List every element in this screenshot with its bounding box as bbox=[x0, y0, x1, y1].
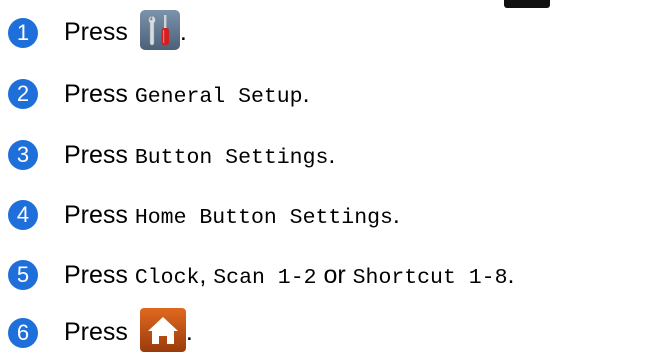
step-number-badge: 6 bbox=[8, 318, 38, 348]
step-number-badge: 4 bbox=[8, 200, 38, 230]
step-number-badge: 1 bbox=[8, 18, 38, 48]
step-5: 5 Press Clock, Scan 1-2 or Shortcut 1-8. bbox=[0, 258, 514, 292]
step-1: 1 Press . bbox=[0, 9, 187, 50]
step-text: Press . bbox=[64, 9, 187, 57]
step-6: 6 Press . bbox=[0, 307, 193, 352]
home-icon bbox=[139, 307, 186, 352]
top-cropped-button-edge bbox=[504, 0, 550, 8]
step-suffix: . bbox=[392, 200, 400, 229]
step-suffix: . bbox=[179, 17, 187, 46]
step-suffix: . bbox=[507, 260, 515, 289]
home-button[interactable] bbox=[139, 307, 186, 359]
press-label: Press bbox=[64, 200, 128, 229]
tools-icon bbox=[139, 9, 180, 50]
press-label: Press bbox=[64, 260, 128, 289]
menu-item-general-setup[interactable]: General Setup bbox=[135, 85, 303, 109]
step-number-badge: 5 bbox=[8, 260, 38, 290]
step-number-badge: 3 bbox=[8, 140, 38, 170]
press-label: Press bbox=[64, 317, 128, 346]
step-text: Press Home Button Settings. bbox=[64, 201, 400, 230]
menu-item-home-button-settings[interactable]: Home Button Settings bbox=[135, 206, 393, 230]
step-text: Press Button Settings. bbox=[64, 141, 335, 170]
step-text: Press General Setup. bbox=[64, 80, 310, 109]
step-2: 2 Press General Setup. bbox=[0, 77, 310, 111]
press-label: Press bbox=[64, 17, 128, 46]
step-suffix: . bbox=[185, 317, 193, 346]
step-suffix: . bbox=[302, 79, 310, 108]
step-suffix: . bbox=[328, 140, 336, 169]
press-label: Press bbox=[64, 140, 128, 169]
option-scan[interactable]: Scan 1-2 bbox=[213, 266, 316, 290]
press-label: Press bbox=[64, 79, 128, 108]
menu-item-button-settings[interactable]: Button Settings bbox=[135, 146, 329, 170]
step-4: 4 Press Home Button Settings. bbox=[0, 198, 400, 232]
option-shortcut[interactable]: Shortcut 1-8 bbox=[353, 266, 508, 290]
step-text: Press . bbox=[64, 307, 193, 359]
option-clock[interactable]: Clock bbox=[135, 266, 200, 290]
step-3: 3 Press Button Settings. bbox=[0, 138, 335, 172]
step-text: Press Clock, Scan 1-2 or Shortcut 1-8. bbox=[64, 261, 514, 290]
settings-button[interactable] bbox=[139, 9, 180, 57]
or-label: or bbox=[323, 260, 346, 289]
step-number-badge: 2 bbox=[8, 79, 38, 109]
